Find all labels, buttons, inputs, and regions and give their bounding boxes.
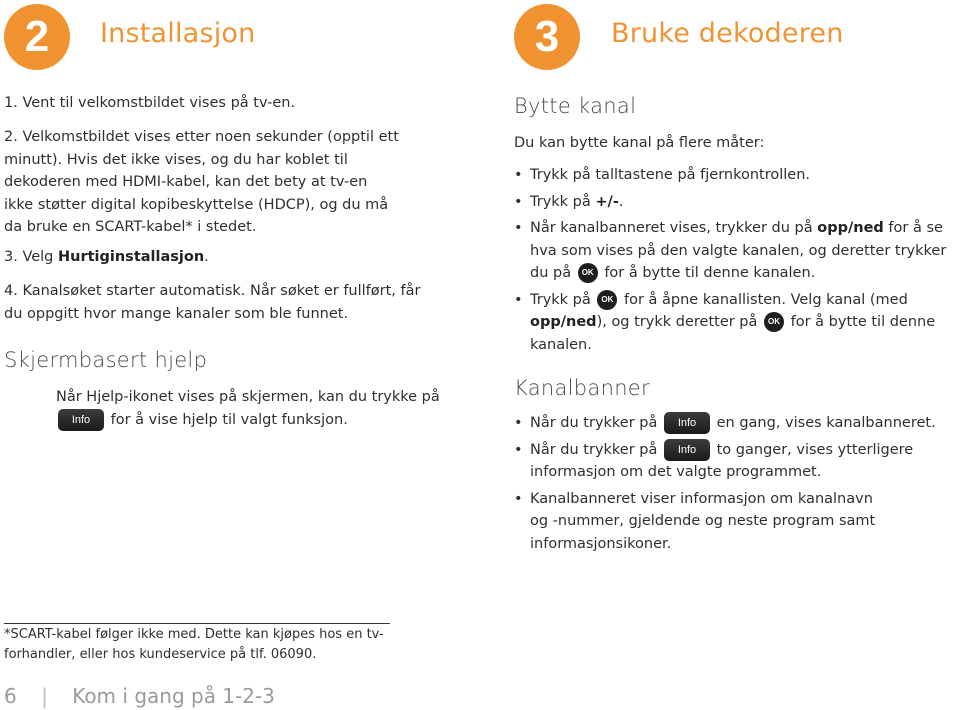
step-3-bold: Hurtiginstallasjon [58, 249, 205, 265]
bullet-text: Kanalbanneret viser informasjon om kanal… [530, 490, 876, 552]
footer-title: Kom i gang på 1-2-3 [72, 684, 275, 708]
bullet-text: for å bytte til denne kanalen. [604, 265, 816, 281]
bullet-text: ), og trykk deretter på [596, 314, 758, 330]
bullet-text: Når kanalbanneret vises, trykker du på [530, 220, 818, 236]
step-3-suffix: . [204, 249, 209, 265]
step-number-badge-3: 3 [514, 4, 580, 70]
page-footer: 6 | Kom i gang på 1-2-3 [4, 684, 275, 708]
step-3-prefix: 3. Velg [4, 249, 58, 265]
bytte-kanal-list: Trykk på talltastene på fjernkontrollen.… [514, 164, 954, 356]
list-item: Trykk på +/-. [514, 191, 954, 214]
step-number-badge: 2 [4, 4, 70, 70]
bullet-bold: opp/ned [817, 220, 884, 236]
footnote-divider [4, 623, 390, 624]
help-text: Når Hjelp-ikonet vises på skjermen, kan … [56, 386, 446, 431]
bullet-bold: +/- [595, 193, 619, 210]
list-item: Når kanalbanneret vises, trykker du på o… [514, 217, 954, 285]
page-number: 6 [4, 684, 17, 708]
info-button-icon: Info [58, 408, 104, 431]
help-heading: Skjermbasert hjelp [4, 348, 208, 372]
kanalbanner-heading: Kanalbanner [514, 376, 650, 400]
bullet-text: Trykk på [530, 291, 591, 308]
step-3: 3. Velg Hurtiginstallasjon. [4, 246, 444, 269]
list-item: Når du trykker på Info to ganger, vises … [514, 438, 954, 484]
ok-button-icon: OK [597, 289, 618, 310]
info-button-icon: Info [664, 412, 711, 434]
list-item: Trykk på OK for å åpne kanallisten. Velg… [514, 289, 954, 357]
bullet-text: en gang, vises kanalbanneret. [716, 415, 936, 431]
bullet-text: Når du trykker på [530, 415, 658, 431]
section-title-bruke-dekoderen: Bruke dekoderen [611, 18, 844, 49]
list-item: Når du trykker på Info en gang, vises ka… [514, 412, 954, 435]
help-text-part1: Når Hjelp-ikonet vises på skjermen, kan … [56, 389, 440, 405]
ok-button-icon: OK [577, 263, 598, 283]
bullet-text: for å åpne kanallisten. Velg kanal (med [623, 291, 908, 308]
kanalbanner-list: Når du trykker på Info en gang, vises ka… [514, 412, 954, 555]
help-text-part2: for å vise hjelp til valgt funksjon. [110, 411, 348, 428]
bytte-kanal-heading: Bytte kanal [514, 94, 637, 118]
bullet-text: Når du trykker på [530, 441, 658, 458]
footer-separator: | [41, 684, 48, 708]
bullet-text: Trykk på [530, 193, 596, 210]
bullet-bold: opp/ned [530, 314, 597, 330]
footnote: *SCART-kabel følger ikke med. Dette kan … [4, 627, 384, 662]
step-4: 4. Kanalsøket starter automatisk. Når sø… [4, 283, 421, 322]
ok-button-icon: OK [764, 312, 785, 332]
bullet-text: . [618, 193, 624, 210]
section-title-installasjon: Installasjon [100, 18, 256, 49]
bullet-text: Trykk på talltastene på fjernkontrollen. [530, 167, 811, 183]
step-2: 2. Velkomstbildet vises etter noen sekun… [4, 129, 399, 235]
info-button-icon: Info [664, 438, 711, 461]
step-1: 1. Vent til velkomstbildet vises på tv-e… [4, 95, 296, 111]
bytte-kanal-intro: Du kan bytte kanal på flere måter: [514, 135, 765, 151]
list-item: Kanalbanneret viser informasjon om kanal… [514, 488, 890, 556]
list-item: Trykk på talltastene på fjernkontrollen. [514, 164, 954, 187]
